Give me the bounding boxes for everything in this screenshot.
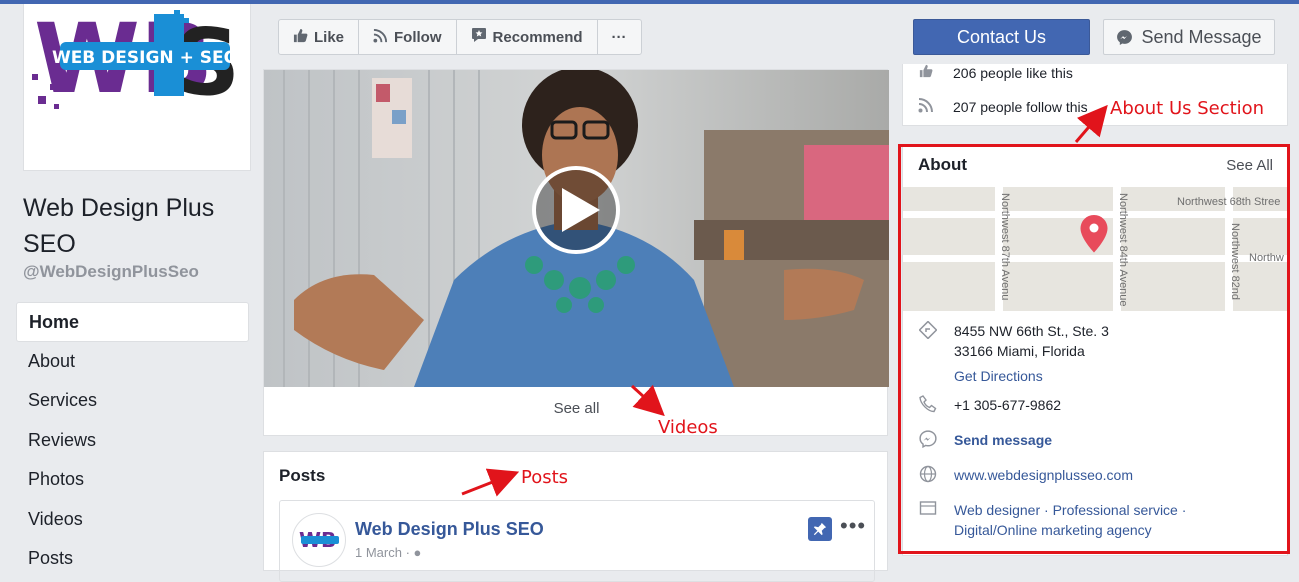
map-label-street1: Northwest 68th Stree (1177, 196, 1280, 208)
follows-stat: 207 people follow this (918, 97, 1088, 116)
post-author-link[interactable]: Web Design Plus SEO (355, 519, 544, 540)
like-button[interactable]: Like (279, 20, 360, 54)
nav-item-videos[interactable]: Videos (16, 500, 249, 540)
rss-icon (373, 28, 388, 47)
location-map[interactable]: Northwest 68th Stree Northwest 87th Aven… (903, 187, 1287, 311)
directions-icon (918, 320, 938, 344)
messenger-icon (918, 430, 938, 453)
address-line-1: 8455 NW 66th St., Ste. 3 (954, 323, 1109, 339)
follow-button[interactable]: Follow (359, 20, 457, 54)
nav-item-photos[interactable]: Photos (16, 460, 249, 500)
follows-count: 207 people follow this (953, 98, 1088, 115)
phone-number[interactable]: +1 305-677-9862 (954, 395, 1061, 415)
thumbs-up-icon (918, 64, 936, 81)
about-heading: About (918, 155, 968, 174)
message-row: Send message (918, 430, 1052, 453)
page-action-buttons: Like Follow Recommend ··· (278, 19, 642, 55)
recommend-label: Recommend (492, 28, 583, 46)
category-icon (918, 500, 938, 521)
category-line-1[interactable]: Web designer · Professional service · (954, 500, 1186, 520)
likes-stat: 206 people like this (918, 64, 1073, 81)
more-options-button[interactable]: ··· (598, 20, 641, 54)
contact-us-button[interactable]: Contact Us (913, 19, 1090, 55)
annotation-posts: Posts (521, 467, 569, 488)
get-directions-link[interactable]: Get Directions (954, 366, 1109, 386)
phone-icon (918, 395, 938, 418)
page-nav: Home About Services Reviews Photos Video… (16, 302, 249, 579)
messenger-icon (1116, 29, 1133, 46)
post-avatar[interactable]: WB (292, 513, 346, 567)
logo-text: WEB DESIGN + SEO (52, 48, 238, 68)
website-link[interactable]: www.webdesignplusseo.com (954, 465, 1133, 485)
more-dots-icon: ··· (611, 28, 627, 46)
video-player[interactable] (264, 70, 889, 387)
page-profile-picture[interactable]: WB S WEB DESIGN + SEO (23, 4, 251, 171)
send-message-button[interactable]: Send Message (1103, 19, 1275, 55)
nav-item-reviews[interactable]: Reviews (16, 421, 249, 461)
address-line-2: 33166 Miami, Florida (954, 343, 1085, 359)
annotation-videos: Videos (658, 417, 718, 438)
posts-card: Posts WB Web Design Plus SEO 1 March · ●… (263, 451, 888, 582)
about-card: About See All Northwest 68th Stree North… (902, 144, 1288, 556)
videos-card: See all (263, 69, 889, 436)
pin-icon[interactable] (808, 517, 832, 541)
video-thumbnail (264, 70, 889, 387)
logo-graphic: WB S WEB DESIGN + SEO (24, 4, 250, 170)
about-see-all-link[interactable]: See All (1226, 157, 1273, 174)
likes-count: 206 people like this (953, 64, 1073, 81)
like-label: Like (314, 28, 345, 46)
nav-item-services[interactable]: Services (16, 381, 249, 421)
map-label-street4: Northwest 82nd (1229, 223, 1241, 300)
nav-item-home[interactable]: Home (16, 302, 249, 342)
globe-icon (918, 465, 938, 488)
rss-icon (918, 97, 936, 116)
annotation-about-section: About Us Section (1110, 98, 1265, 119)
category-row: Web designer · Professional service · Di… (918, 500, 1186, 540)
action-bar: Like Follow Recommend ··· Contact Us Sen… (263, 4, 1288, 69)
post-options-icon[interactable]: ••• (840, 513, 866, 539)
address-row: 8455 NW 66th St., Ste. 3 33166 Miami, Fl… (918, 320, 1109, 386)
pinned-post: WB Web Design Plus SEO 1 March · ● ••• (279, 500, 875, 582)
follow-label: Follow (394, 28, 442, 46)
map-label-street2: Northwest 87th Avenu (999, 193, 1011, 300)
videos-see-all-link[interactable]: See all (264, 400, 889, 417)
speech-bubble-icon (471, 27, 487, 47)
phone-row: +1 305-677-9862 (918, 395, 1061, 418)
category-line-2[interactable]: Digital/Online marketing agency (954, 520, 1186, 540)
website-row: www.webdesignplusseo.com (918, 465, 1133, 488)
nav-item-posts[interactable]: Posts (16, 539, 249, 579)
map-label-street3: Northwest 84th Avenue (1117, 193, 1129, 307)
globe-icon: ● (413, 545, 422, 560)
thumbs-up-icon (293, 28, 308, 47)
recommend-button[interactable]: Recommend (457, 20, 598, 54)
posts-heading: Posts (279, 466, 326, 485)
post-date[interactable]: 1 March · ● (355, 545, 421, 560)
send-message-label: Send Message (1141, 26, 1262, 47)
page-handle[interactable]: @WebDesignPlusSeo (23, 262, 199, 282)
post-date-text: 1 March · (355, 545, 410, 560)
page-name: Web Design Plus SEO (23, 194, 215, 258)
map-label-street5: Northw (1249, 252, 1284, 264)
send-message-link[interactable]: Send message (954, 430, 1052, 450)
nav-item-about[interactable]: About (16, 342, 249, 382)
